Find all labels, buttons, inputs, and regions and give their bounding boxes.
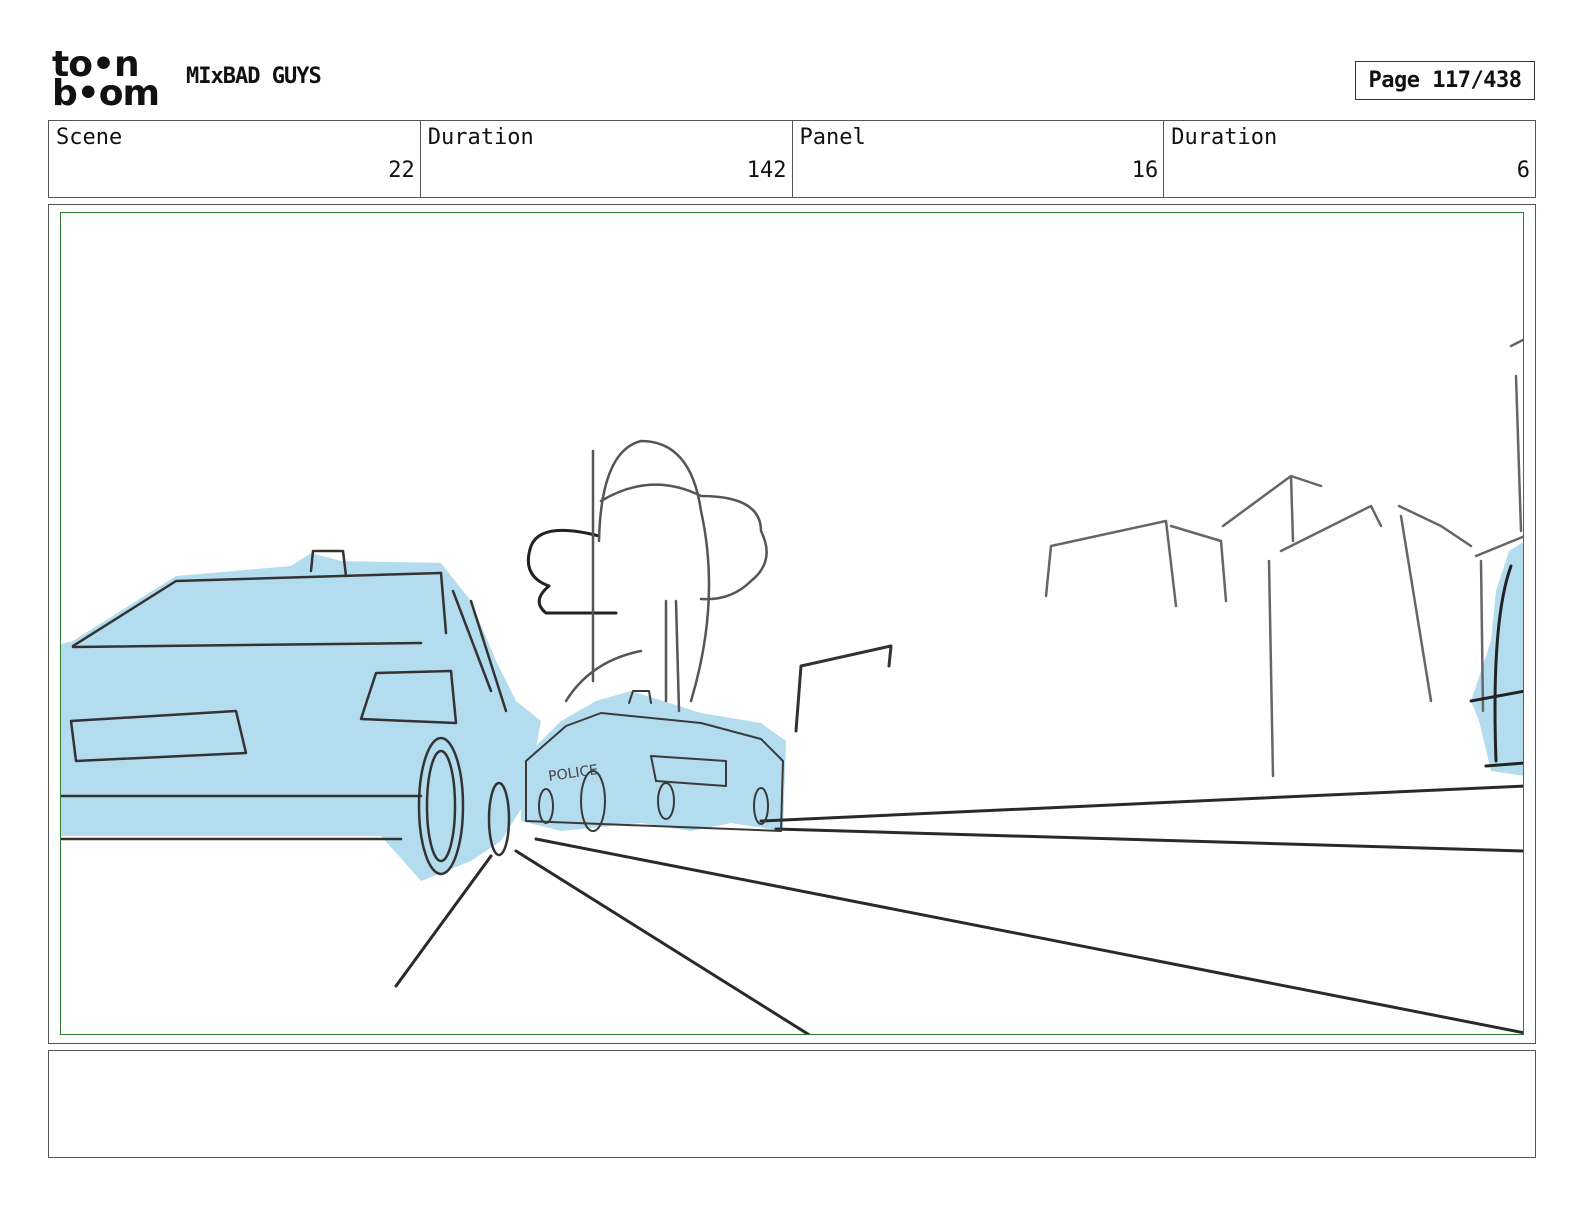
building-7: [1399, 514, 1433, 703]
road-line-4: [774, 827, 1523, 853]
road-line-5: [394, 854, 493, 988]
panel-notes-box: [48, 1050, 1536, 1158]
scene-duration-cell: Duration 142: [421, 121, 793, 197]
storyboard-sketch: POLICE: [61, 338, 1523, 1034]
building-5: [1267, 559, 1275, 778]
scene-label: Scene: [56, 125, 123, 150]
building-2: [1169, 524, 1228, 603]
sign-pole: [794, 644, 893, 733]
scene-value: 22: [388, 158, 415, 183]
smoke-column: [664, 599, 681, 713]
panel-label: Panel: [799, 125, 866, 150]
road-line-1: [514, 849, 811, 1034]
scene-info-table: Scene 22 Duration 142 Panel 16 Duration …: [48, 120, 1536, 198]
smoke-tall: [597, 439, 711, 703]
building-1: [1044, 519, 1178, 608]
logo-line-2: b•om: [52, 73, 160, 114]
panel-drawing-area: POLICE: [60, 212, 1524, 1035]
street-sign: [794, 644, 893, 733]
panel-duration-value: 6: [1516, 158, 1530, 183]
scene-duration-value: 142: [746, 158, 787, 183]
panel-duration-label: Duration: [1171, 125, 1278, 150]
page-label: Page 117/438: [1368, 68, 1522, 93]
toonboom-logo: to•n b•om: [52, 47, 164, 114]
panel-duration-cell: Duration 6: [1164, 121, 1535, 197]
smoke-puff: [599, 483, 768, 601]
panel-value: 16: [1131, 158, 1159, 183]
scene-cell: Scene 22: [49, 121, 421, 197]
scene-duration-label: Duration: [427, 125, 534, 150]
smoke-cloud: [526, 439, 768, 713]
panel-cell: Panel 16: [793, 121, 1165, 197]
road-line-2: [534, 837, 1523, 1034]
document-title: MIxBAD GUYS: [186, 64, 322, 89]
buildings: [1044, 338, 1523, 778]
building-6: [1397, 504, 1473, 548]
building-4: [1279, 504, 1383, 553]
building-9: [1509, 338, 1523, 533]
smoke-outline: [526, 528, 618, 615]
road-line-3: [759, 784, 1523, 823]
building-3: [1221, 474, 1323, 543]
page-indicator: Page 117/438: [1355, 61, 1535, 100]
police-car-fill: [521, 691, 786, 831]
